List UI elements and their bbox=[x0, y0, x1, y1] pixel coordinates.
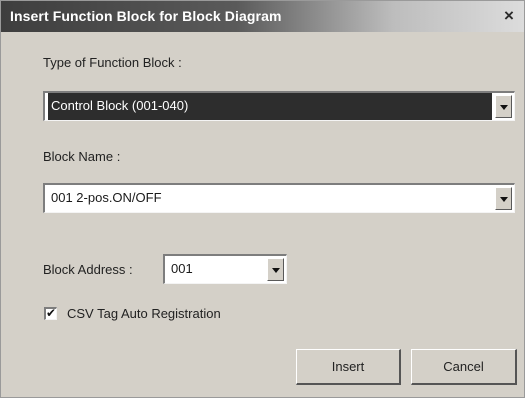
dialog-title: Insert Function Block for Block Diagram bbox=[10, 8, 282, 24]
close-icon[interactable]: × bbox=[500, 6, 518, 26]
block-name-value: 001 2-pos.ON/OFF bbox=[51, 190, 162, 205]
block-address-dropdown-button[interactable] bbox=[267, 258, 284, 281]
cancel-button[interactable]: Cancel bbox=[411, 349, 517, 385]
block-address-value: 001 bbox=[171, 261, 193, 276]
chevron-down-icon bbox=[499, 196, 508, 202]
type-dropdown[interactable]: Control Block (001-040) bbox=[43, 91, 515, 121]
type-selected-value: Control Block (001-040) bbox=[48, 93, 492, 120]
type-label: Type of Function Block : bbox=[43, 55, 182, 70]
chevron-down-icon bbox=[271, 267, 280, 273]
block-name-dropdown-button[interactable] bbox=[495, 187, 512, 210]
block-name-label: Block Name : bbox=[43, 149, 121, 164]
chevron-down-icon bbox=[499, 104, 508, 110]
title-bar[interactable]: Insert Function Block for Block Diagram … bbox=[1, 1, 524, 32]
block-address-label: Block Address : bbox=[43, 262, 133, 277]
block-name-dropdown[interactable]: 001 2-pos.ON/OFF bbox=[43, 183, 515, 213]
insert-function-block-dialog: Insert Function Block for Block Diagram … bbox=[0, 0, 525, 398]
type-dropdown-button[interactable] bbox=[495, 95, 512, 118]
csv-tag-checkbox[interactable]: ✔ bbox=[44, 307, 57, 320]
block-address-dropdown[interactable]: 001 bbox=[163, 254, 287, 284]
insert-button[interactable]: Insert bbox=[296, 349, 401, 385]
csv-tag-label[interactable]: CSV Tag Auto Registration bbox=[67, 306, 221, 321]
